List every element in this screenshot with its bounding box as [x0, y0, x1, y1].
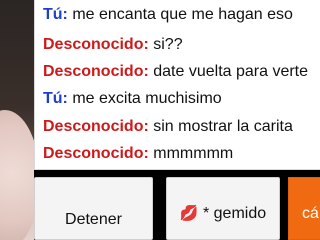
stop-button-label: Detener	[65, 211, 122, 228]
camera-button[interactable]: cá	[288, 177, 320, 240]
chat-message: Desconocido: si??	[43, 35, 183, 55]
chat-log: Tú: me encanta que me hagan eso Desconoc…	[34, 0, 320, 170]
chat-message: Tú: me encanta que me hagan eso	[43, 5, 293, 25]
lips-icon: 💋	[179, 205, 199, 222]
message-sender: Desconocido:	[43, 63, 149, 80]
app-screen: Tú: me encanta que me hagan eso Desconoc…	[0, 0, 320, 240]
webcam-video-subject	[0, 110, 34, 240]
webcam-video	[0, 0, 34, 240]
message-sender: Tú:	[43, 90, 68, 107]
moan-button-content: 💋 * gemido	[167, 204, 279, 223]
stop-button[interactable]: Detener	[34, 177, 153, 240]
camera-button-label: cá	[302, 205, 319, 222]
message-text: si??	[153, 36, 183, 53]
message-text: mmmmmm	[153, 145, 234, 162]
message-sender: Desconocido:	[43, 118, 149, 135]
message-sender: Tú:	[43, 6, 68, 23]
chat-message: Desconocido: sin mostrar la carita	[43, 117, 293, 137]
moan-button[interactable]: 💋 * gemido	[166, 177, 280, 240]
message-text: date vuelta para verte	[153, 63, 309, 80]
moan-button-label: * gemido	[202, 205, 267, 222]
message-sender: Desconocido:	[43, 36, 149, 53]
chat-message: Tú: me excita muchisimo	[43, 89, 222, 109]
message-text: me encanta que me hagan eso	[72, 6, 293, 23]
chat-message: Desconocido: date vuelta para verte	[43, 62, 308, 82]
message-sender: Desconocido:	[43, 145, 149, 162]
chat-message: Desconocido: mmmmmm	[43, 144, 233, 164]
chat-controls: Detener 💋 * gemido cá	[34, 177, 320, 240]
message-text: sin mostrar la carita	[153, 118, 293, 135]
message-text: me excita muchisimo	[72, 90, 222, 107]
